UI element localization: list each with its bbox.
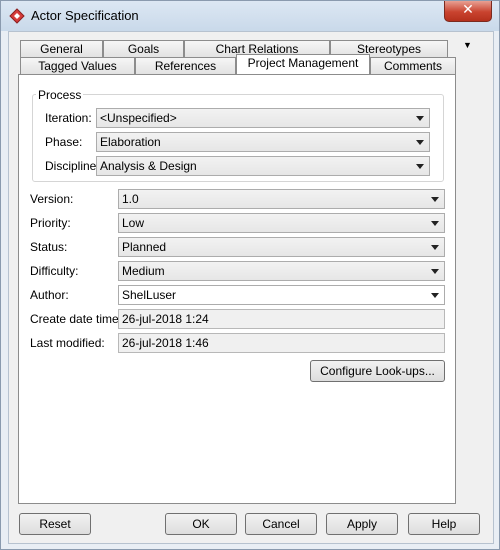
chevron-down-icon	[431, 293, 439, 298]
difficulty-label: Difficulty:	[30, 264, 79, 278]
chevron-down-icon	[431, 269, 439, 274]
author-label: Author:	[30, 288, 69, 302]
version-select[interactable]: 1.0	[118, 189, 445, 209]
window-title: Actor Specification	[31, 8, 139, 23]
title-bar[interactable]: Actor Specification ✕	[1, 1, 499, 31]
configure-lookups-button[interactable]: Configure Look-ups...	[310, 360, 445, 382]
chevron-down-icon	[431, 221, 439, 226]
ok-button[interactable]: OK	[165, 513, 237, 535]
version-label: Version:	[30, 192, 74, 206]
phase-label: Phase:	[45, 135, 83, 149]
reset-button[interactable]: Reset	[19, 513, 91, 535]
status-select[interactable]: Planned	[118, 237, 445, 257]
tab-goals[interactable]: Goals	[103, 40, 184, 57]
discipline-value: Analysis & Design	[100, 159, 197, 173]
priority-value: Low	[122, 216, 145, 230]
tab-tagged-values[interactable]: Tagged Values	[20, 57, 135, 74]
cancel-button[interactable]: Cancel	[245, 513, 317, 535]
iteration-select[interactable]: <Unspecified>	[96, 108, 430, 128]
phase-select[interactable]: Elaboration	[96, 132, 430, 152]
chevron-down-icon	[416, 116, 424, 121]
discipline-label: Discipline:	[45, 159, 100, 173]
actor-diamond-icon	[9, 8, 25, 24]
difficulty-select[interactable]: Medium	[118, 261, 445, 281]
difficulty-value: Medium	[122, 264, 165, 278]
create-date-field: 26-jul-2018 1:24	[118, 309, 445, 329]
close-icon: ✕	[462, 2, 474, 18]
tab-general[interactable]: General	[20, 40, 103, 57]
apply-button[interactable]: Apply	[326, 513, 398, 535]
author-value: ShelLuser	[122, 288, 177, 302]
chevron-down-icon	[431, 245, 439, 250]
last-modified-value: 26-jul-2018 1:46	[122, 336, 209, 350]
last-modified-field: 26-jul-2018 1:46	[118, 333, 445, 353]
status-label: Status:	[30, 240, 68, 254]
tab-overflow-icon[interactable]: ▼	[463, 40, 472, 50]
priority-select[interactable]: Low	[118, 213, 445, 233]
tab-references[interactable]: References	[135, 57, 236, 74]
create-date-label: Create date time:	[30, 312, 123, 326]
tab-project-management[interactable]: Project Management	[236, 54, 370, 74]
status-value: Planned	[122, 240, 167, 254]
chevron-down-icon	[431, 197, 439, 202]
chevron-down-icon	[416, 140, 424, 145]
phase-value: Elaboration	[100, 135, 161, 149]
priority-label: Priority:	[30, 216, 71, 230]
create-date-value: 26-jul-2018 1:24	[122, 312, 209, 326]
tab-comments[interactable]: Comments	[370, 57, 456, 74]
iteration-label: Iteration:	[45, 111, 92, 125]
version-value: 1.0	[122, 192, 139, 206]
close-button[interactable]: ✕	[444, 1, 492, 22]
help-button[interactable]: Help	[408, 513, 480, 535]
chevron-down-icon	[416, 164, 424, 169]
process-group-title: Process	[36, 88, 84, 102]
discipline-select[interactable]: Analysis & Design	[96, 156, 430, 176]
last-modified-label: Last modified:	[30, 336, 105, 350]
author-combo[interactable]: ShelLuser	[118, 285, 445, 305]
iteration-value: <Unspecified>	[100, 111, 177, 125]
